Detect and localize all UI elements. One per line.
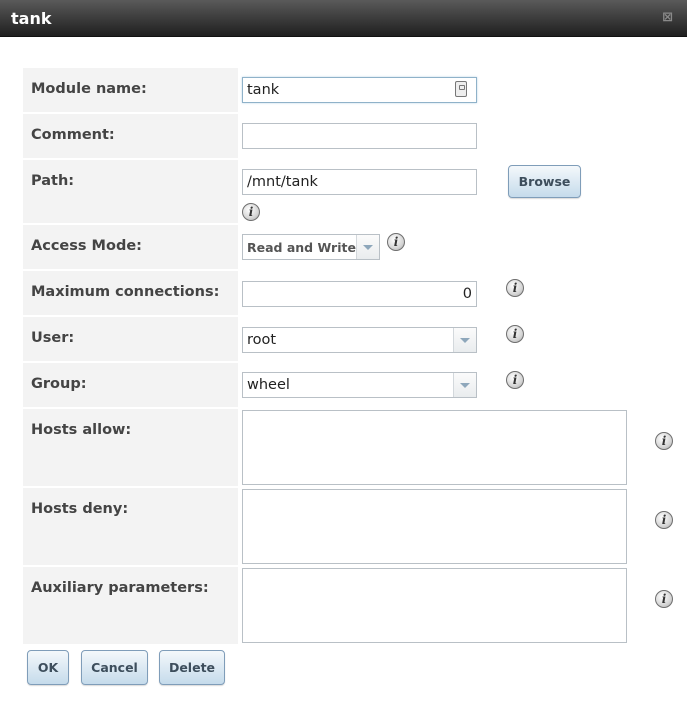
delete-button[interactable]: Delete: [159, 650, 225, 685]
info-icon[interactable]: i: [655, 590, 673, 608]
module-name-label: Module name:: [31, 81, 147, 97]
access-mode-select[interactable]: Read and Write: [242, 234, 380, 260]
hosts-deny-label: Hosts deny:: [31, 501, 129, 517]
dialog-title: tank: [11, 9, 52, 28]
access-mode-label-cell: Access Mode:: [23, 225, 238, 269]
group-select[interactable]: wheel: [242, 372, 477, 398]
user-label: User:: [31, 330, 75, 346]
info-icon[interactable]: i: [655, 432, 673, 450]
group-value: wheel: [247, 377, 290, 393]
comment-label-cell: Comment:: [23, 114, 238, 158]
group-label-cell: Group:: [23, 363, 238, 407]
info-icon[interactable]: i: [506, 325, 524, 343]
chevron-down-icon[interactable]: [453, 328, 476, 352]
hosts-allow-label: Hosts allow:: [31, 422, 132, 438]
cancel-button[interactable]: Cancel: [81, 650, 148, 685]
info-icon[interactable]: i: [506, 371, 524, 389]
hosts-allow-textarea[interactable]: [242, 410, 627, 485]
ok-button[interactable]: OK: [27, 650, 69, 685]
group-label: Group:: [31, 376, 87, 392]
dialog-titlebar: tank ⊠: [0, 0, 687, 37]
hosts-allow-label-cell: Hosts allow:: [23, 409, 238, 486]
close-icon[interactable]: ⊠: [662, 10, 673, 25]
max-connections-input[interactable]: [242, 281, 477, 307]
chevron-down-icon[interactable]: [453, 373, 476, 397]
info-icon[interactable]: i: [506, 279, 524, 297]
auxiliary-label: Auxiliary parameters:: [31, 580, 209, 596]
auxiliary-label-cell: Auxiliary parameters:: [23, 567, 238, 644]
path-input[interactable]: [242, 169, 477, 195]
info-icon[interactable]: i: [387, 233, 405, 251]
module-name-input[interactable]: [242, 77, 477, 103]
comment-input[interactable]: [242, 123, 477, 149]
hosts-deny-textarea[interactable]: [242, 489, 627, 564]
hosts-deny-label-cell: Hosts deny:: [23, 488, 238, 565]
access-mode-value: Read and Write: [247, 240, 356, 255]
browse-button[interactable]: Browse: [508, 165, 581, 198]
access-mode-label: Access Mode:: [31, 238, 142, 254]
info-icon[interactable]: i: [655, 511, 673, 529]
info-icon[interactable]: i: [242, 203, 260, 221]
user-select[interactable]: root: [242, 327, 477, 353]
max-connections-label-cell: Maximum connections:: [23, 271, 238, 315]
user-value: root: [247, 332, 277, 348]
chevron-down-icon[interactable]: [356, 235, 379, 259]
module-name-label-cell: Module name:: [23, 68, 238, 112]
path-label-cell: Path:: [23, 160, 238, 223]
comment-label: Comment:: [31, 127, 115, 143]
user-label-cell: User:: [23, 317, 238, 361]
path-label: Path:: [31, 173, 75, 189]
auxiliary-textarea[interactable]: [242, 568, 627, 643]
max-connections-label: Maximum connections:: [31, 284, 220, 300]
